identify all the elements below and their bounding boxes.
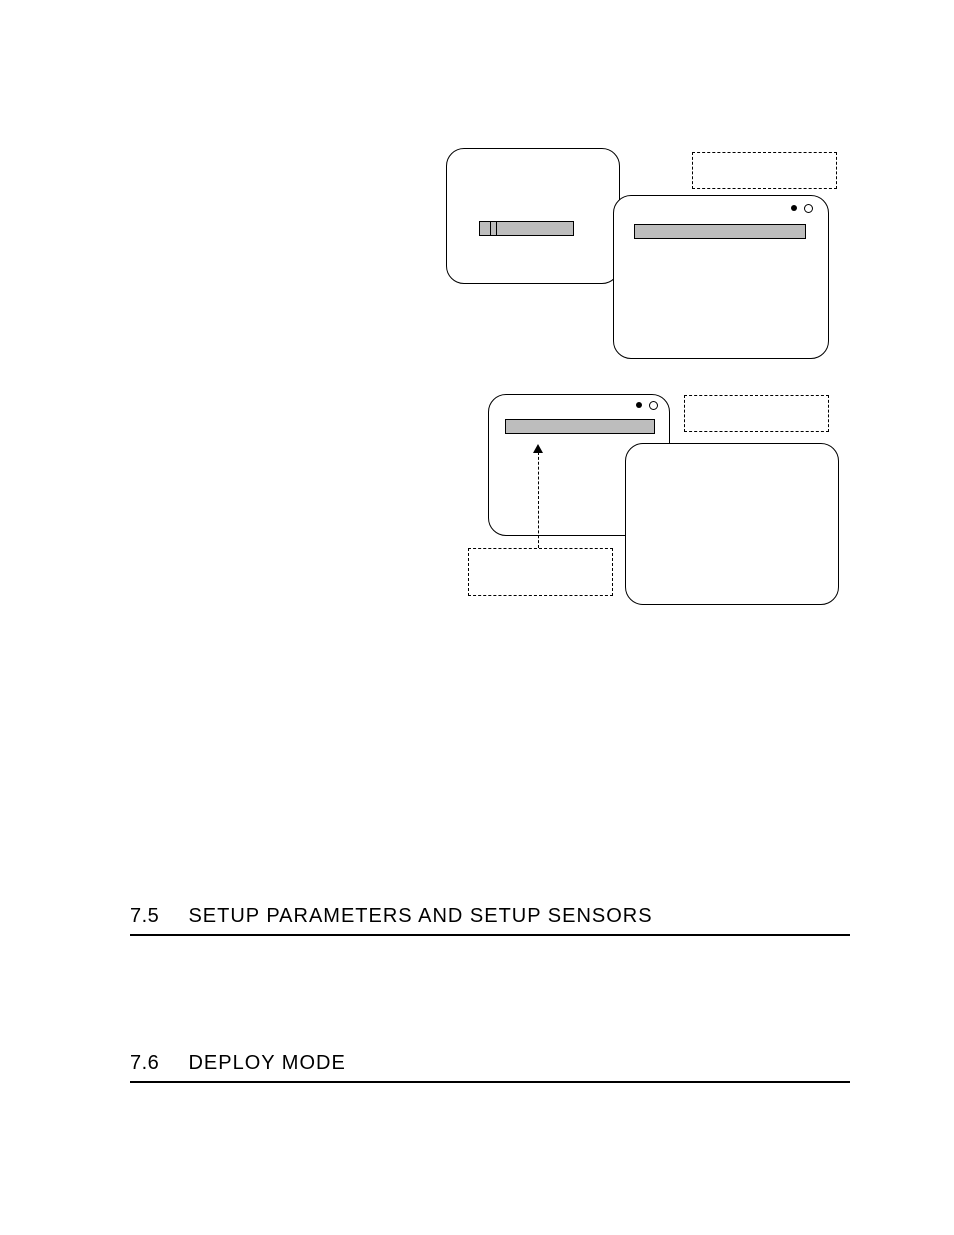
- diagram-bar-back-bottom: [505, 419, 655, 434]
- section-number: 7.5: [130, 905, 184, 928]
- diagram-panel-front-top: [613, 195, 829, 359]
- diagram-bar-back-top: [479, 221, 574, 236]
- diagram-bar-front-top: [634, 224, 806, 239]
- section-heading-7-6: 7.6 DEPLOY MODE: [130, 1052, 850, 1083]
- diagram-callout-below: [468, 548, 613, 596]
- section-number: 7.6: [130, 1052, 184, 1075]
- diagram-connector-line: [538, 452, 539, 548]
- diagram-led-filled-top: [791, 205, 797, 211]
- section-heading-7-5: 7.5 SETUP PARAMETERS AND SETUP SENSORS: [130, 905, 850, 936]
- diagram-led-open-top: [804, 204, 813, 213]
- diagram-panel-front-bottom: [625, 443, 839, 605]
- diagram-callout-right-bottom: [684, 395, 829, 432]
- diagram-callout-top: [692, 152, 837, 189]
- section-title: SETUP PARAMETERS AND SETUP SENSORS: [188, 905, 652, 928]
- diagram-led-open-bottom: [649, 401, 658, 410]
- diagram-connector-arrowhead: [533, 444, 543, 453]
- diagram-led-filled-bottom: [636, 402, 642, 408]
- section-title: DEPLOY MODE: [188, 1052, 345, 1075]
- diagram-panel-back-top: [446, 148, 620, 284]
- page: 7.5 SETUP PARAMETERS AND SETUP SENSORS 7…: [0, 0, 954, 1235]
